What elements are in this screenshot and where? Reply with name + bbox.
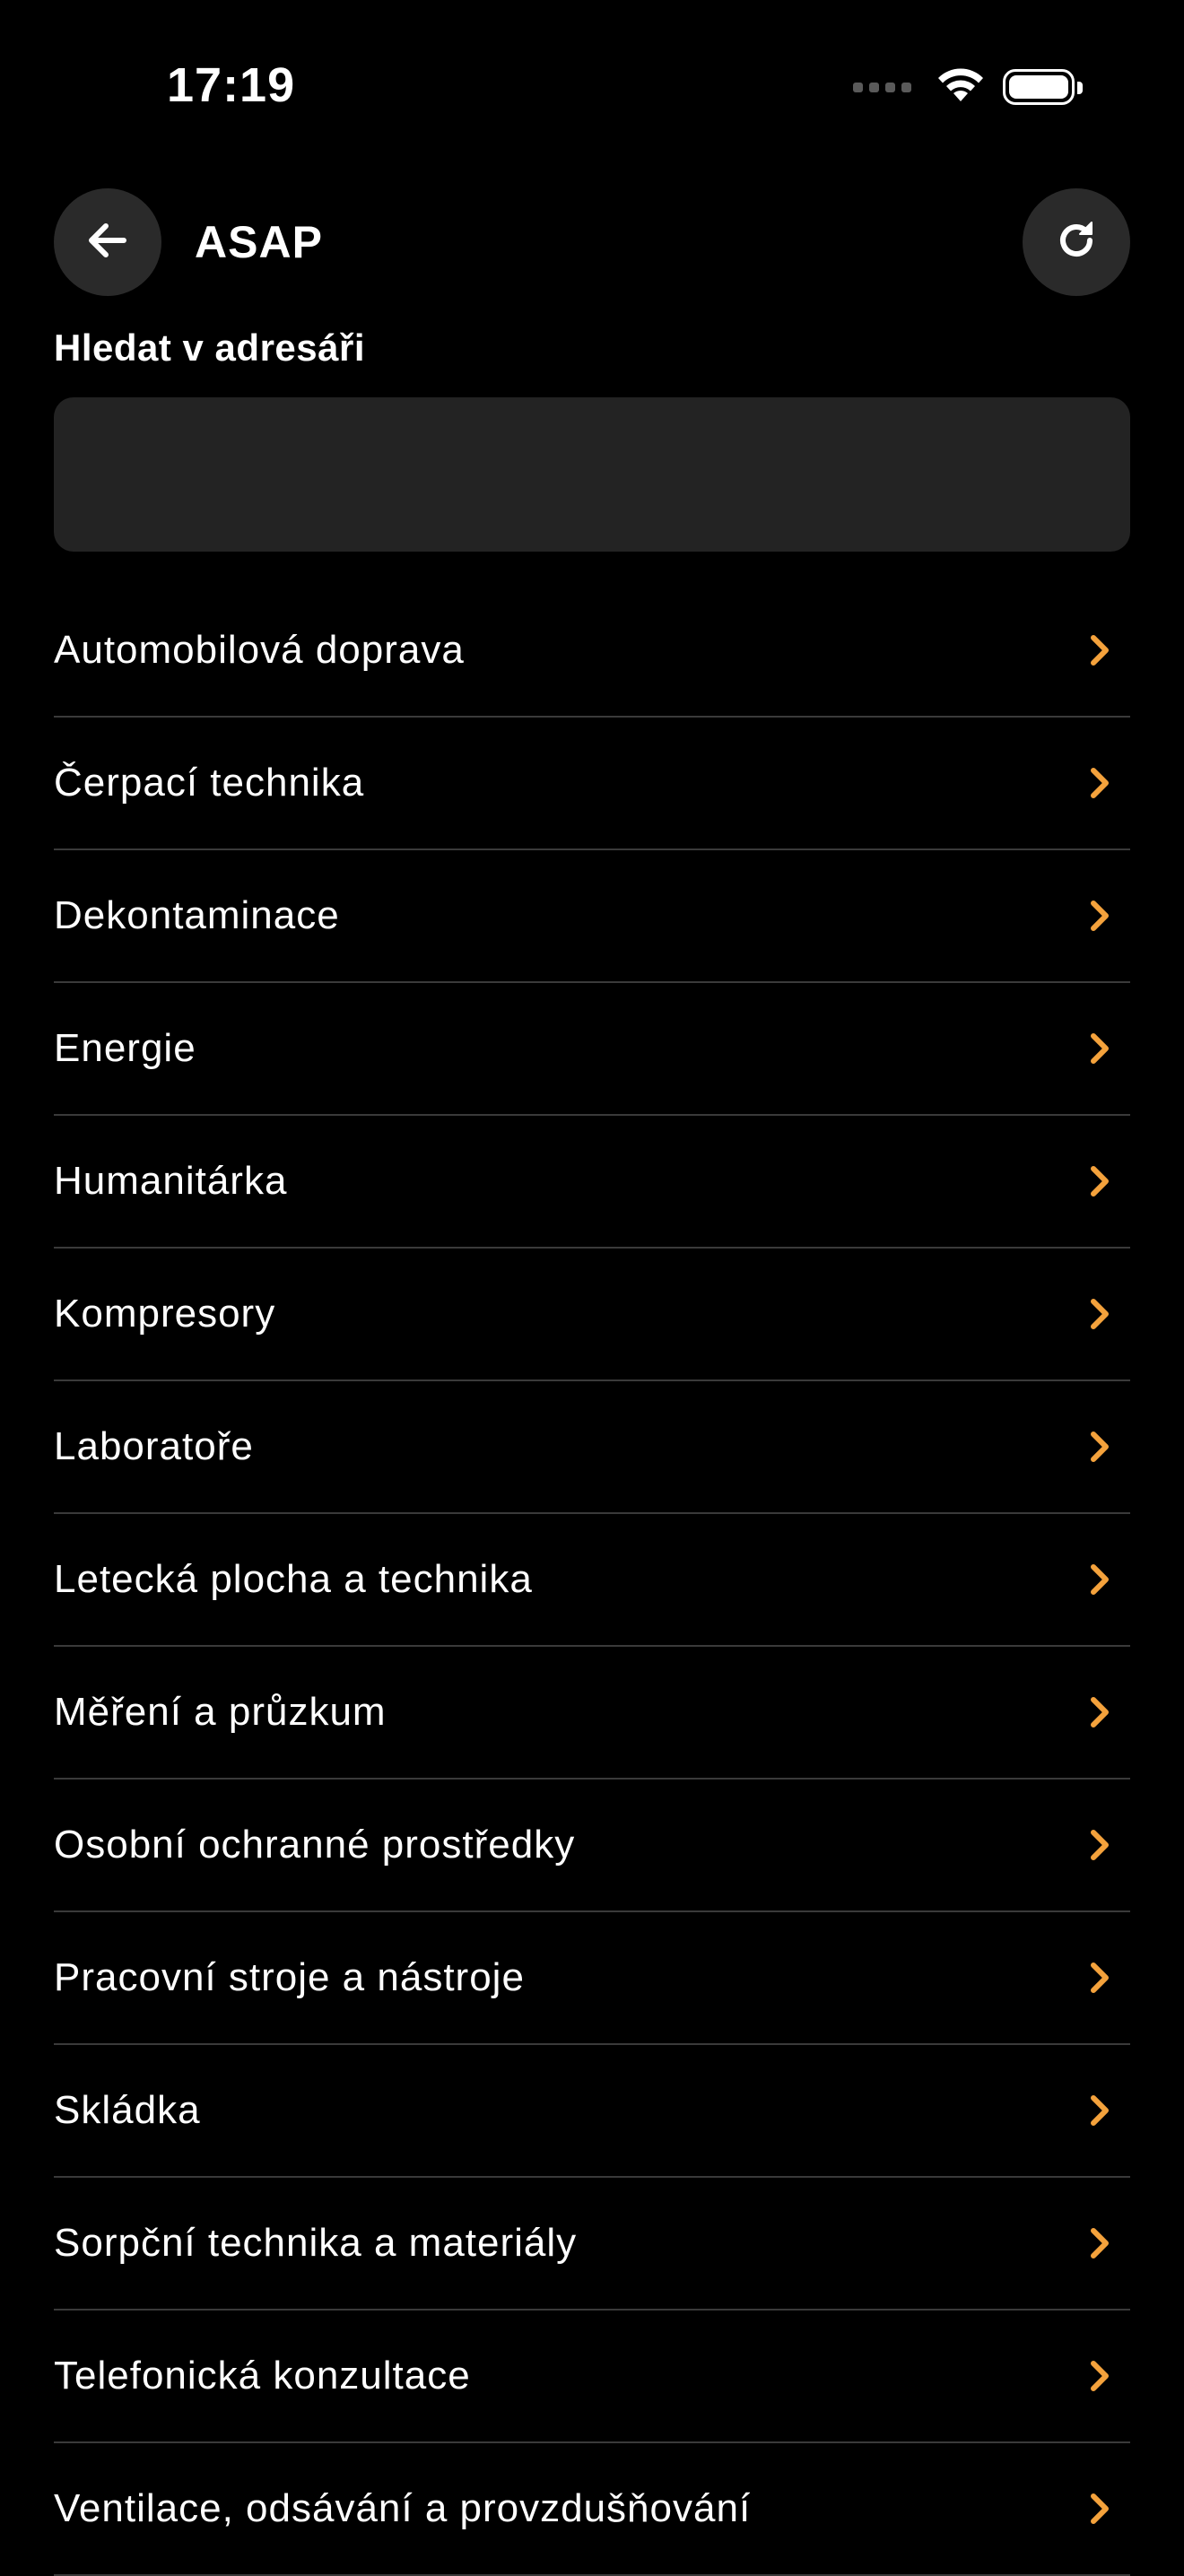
list-item-label: Skládka <box>54 2088 201 2132</box>
back-button[interactable] <box>54 188 161 296</box>
list-item-label: Měření a průzkum <box>54 1690 387 1734</box>
list-item[interactable]: Letecká plocha a technika <box>54 1514 1130 1647</box>
chevron-right-icon <box>1082 1827 1118 1863</box>
page-title: ASAP <box>195 217 323 267</box>
list-item[interactable]: Čerpací technika <box>54 718 1130 850</box>
chevron-right-icon <box>1082 1562 1118 1597</box>
chevron-right-icon <box>1082 2358 1118 2394</box>
chevron-right-icon <box>1082 898 1118 934</box>
search-label: Hledat v adresáři <box>54 326 366 369</box>
refresh-button[interactable] <box>1023 188 1130 296</box>
list-item[interactable]: Ventilace, odsávání a provzdušňování <box>54 2443 1130 2576</box>
battery-icon <box>1003 69 1083 105</box>
list-item-label: Laboratoře <box>54 1424 254 1468</box>
list-item[interactable]: Energie <box>54 983 1130 1116</box>
chevron-right-icon <box>1082 765 1118 801</box>
chevron-right-icon <box>1082 2491 1118 2527</box>
search-input[interactable] <box>54 397 1130 552</box>
chevron-right-icon <box>1082 1163 1118 1199</box>
list-item[interactable]: Pracovní stroje a nástroje <box>54 1912 1130 2045</box>
list-item-label: Ventilace, odsávání a provzdušňování <box>54 2486 752 2530</box>
list-item[interactable]: Kompresory <box>54 1249 1130 1381</box>
arrow-left-icon <box>83 215 133 270</box>
list-item[interactable]: Osobní ochranné prostředky <box>54 1780 1130 1912</box>
list-item-label: Telefonická konzultace <box>54 2354 471 2398</box>
list-item-label: Čerpací technika <box>54 761 365 805</box>
status-time: 17:19 <box>167 58 296 112</box>
list-item[interactable]: Dekontaminace <box>54 850 1130 983</box>
chevron-right-icon <box>1082 1429 1118 1465</box>
list-item[interactable]: Sorpční technika a materiály <box>54 2178 1130 2311</box>
chevron-right-icon <box>1082 1031 1118 1066</box>
list-item-label: Letecká plocha a technika <box>54 1557 533 1601</box>
list-item[interactable]: Měření a průzkum <box>54 1647 1130 1780</box>
status-bar: 17:19 <box>0 0 1184 170</box>
list-item-label: Osobní ochranné prostředky <box>54 1823 576 1867</box>
refresh-icon <box>1051 215 1101 270</box>
list-item[interactable]: Humanitárka <box>54 1116 1130 1249</box>
chevron-right-icon <box>1082 1694 1118 1730</box>
chevron-right-icon <box>1082 2225 1118 2261</box>
list-item[interactable]: Laboratoře <box>54 1381 1130 1514</box>
list-item-label: Pracovní stroje a nástroje <box>54 1955 525 1999</box>
list-item-label: Sorpční technika a materiály <box>54 2221 578 2265</box>
wifi-icon <box>935 65 987 109</box>
list-item[interactable]: Telefonická konzultace <box>54 2311 1130 2443</box>
list-item[interactable]: Automobilová doprava <box>54 585 1130 718</box>
chevron-right-icon <box>1082 632 1118 668</box>
header: ASAP <box>54 188 1130 296</box>
list-item-label: Automobilová doprava <box>54 628 465 672</box>
list-item-label: Humanitárka <box>54 1159 288 1203</box>
list-item-label: Kompresory <box>54 1292 276 1336</box>
cellular-signal-icon <box>853 82 911 92</box>
chevron-right-icon <box>1082 1296 1118 1332</box>
list-item[interactable]: Skládka <box>54 2045 1130 2178</box>
chevron-right-icon <box>1082 2093 1118 2128</box>
list-item-label: Energie <box>54 1026 196 1070</box>
status-icons <box>853 65 1083 109</box>
list-item-label: Dekontaminace <box>54 893 340 937</box>
category-list: Automobilová doprava Čerpací technika Deko… <box>54 585 1130 2576</box>
chevron-right-icon <box>1082 1960 1118 1996</box>
